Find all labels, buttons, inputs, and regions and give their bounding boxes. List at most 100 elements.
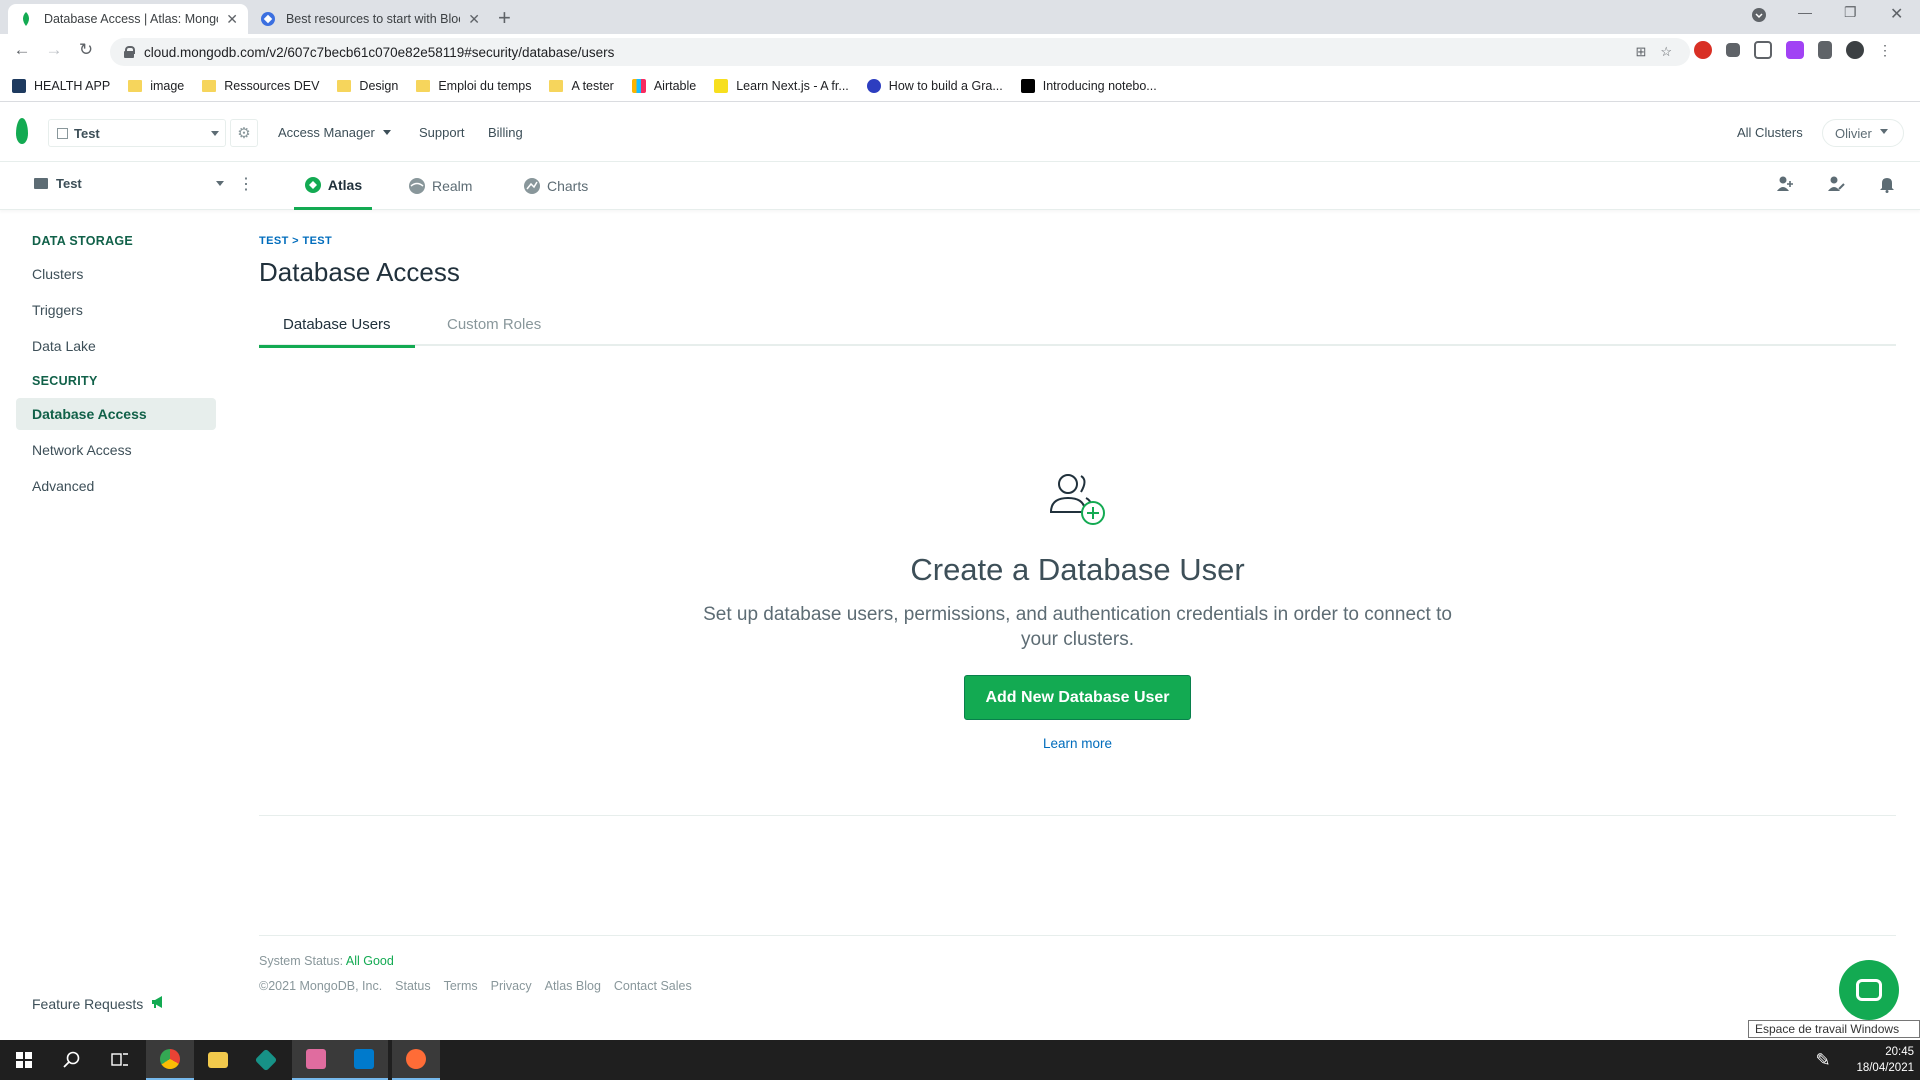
forward-icon[interactable]: → [42,40,66,60]
tab-custom-roles[interactable]: Custom Roles [423,316,565,346]
browser-tab-active[interactable]: Database Access | Atlas: MongoDB ✕ [8,4,248,34]
address-bar[interactable]: cloud.mongodb.com/v2/607c7becb61c070e82e… [110,38,1690,66]
bookmark-star-icon[interactable]: ☆ [1660,44,1672,60]
bookmark-item[interactable]: How to build a Gra... [866,78,1003,93]
sidebar-item-network-access[interactable]: Network Access [16,434,216,466]
system-clock[interactable]: 20:45 18/04/2021 [1856,1044,1914,1076]
more-options-icon[interactable]: ⋮ [238,174,254,194]
page-title: Database Access [259,257,460,287]
mongodb-leaf-icon [18,11,34,27]
project-selector[interactable]: Test [34,176,224,191]
close-tab-icon[interactable]: ✕ [468,11,480,28]
close-tab-icon[interactable]: ✕ [226,11,238,28]
footer-link-terms[interactable]: Terms [444,979,478,993]
section-heading-data-storage: DATA STORAGE [32,234,134,248]
billing-link[interactable]: Billing [488,125,523,140]
empty-state-title: Create a Database User [910,552,1245,587]
invite-user-icon[interactable] [1776,175,1794,198]
folder-icon [202,79,217,92]
chat-icon [1856,979,1882,1001]
organization-name: Test [74,125,100,141]
lock-icon [124,46,135,58]
chrome-icon[interactable] [146,1040,194,1080]
system-status-value[interactable]: All Good [346,954,394,968]
profile-menu-icon[interactable] [1752,8,1766,25]
bookmark-folder[interactable]: A tester [549,79,614,93]
charts-icon [524,178,540,194]
folder-icon [128,79,143,92]
sidebar-item-triggers[interactable]: Triggers [16,294,216,326]
empty-state: Create a Database User Set up database u… [259,470,1896,751]
discord-icon[interactable] [292,1040,340,1080]
bookmark-folder[interactable]: Emploi du temps [416,79,531,93]
system-status: System Status: All Good [259,954,394,968]
chevron-down-icon [216,181,224,190]
support-link[interactable]: Support [419,125,465,140]
postman-icon[interactable] [392,1040,440,1080]
bookmark-folder[interactable]: Ressources DEV [202,79,319,93]
reload-icon[interactable]: ↻ [74,40,98,60]
tab-realm[interactable]: Realm [408,162,472,210]
windows-ink-icon[interactable]: ✎ [1808,1040,1838,1080]
bookmark-folder[interactable]: image [128,79,184,93]
minimize-icon[interactable]: — [1798,4,1812,20]
folder-icon [549,79,564,92]
new-tab-button[interactable]: + [498,5,511,31]
search-icon[interactable] [48,1040,96,1080]
puzzle-icon[interactable] [1818,41,1832,59]
gear-icon[interactable]: ⚙ [230,119,258,147]
gitkraken-icon[interactable] [242,1040,290,1080]
bookmark-item[interactable]: HEALTH APP [12,78,110,93]
task-view-icon[interactable] [96,1040,144,1080]
tab-atlas[interactable]: Atlas [294,162,372,210]
bookmark-folder[interactable]: Design [337,79,398,93]
footer-link-atlas-blog[interactable]: Atlas Blog [545,979,601,993]
sidebar-item-advanced[interactable]: Advanced [16,470,216,502]
sidebar-item-clusters[interactable]: Clusters [16,258,216,290]
activity-feed-icon[interactable] [1827,175,1845,198]
bookmark-item[interactable]: Learn Next.js - A fr... [714,78,849,93]
close-window-icon[interactable]: ✕ [1890,4,1903,24]
chat-support-button[interactable] [1839,960,1899,1020]
tab-charts[interactable]: Charts [523,162,588,210]
extension-icon[interactable] [1786,41,1804,59]
feature-requests-link[interactable]: Feature Requests [32,995,165,1012]
footer-link-privacy[interactable]: Privacy [491,979,532,993]
footer-link-status[interactable]: Status [395,979,430,993]
footer-link-contact-sales[interactable]: Contact Sales [614,979,692,993]
back-icon[interactable]: ← [10,40,34,60]
all-clusters-link[interactable]: All Clusters [1737,125,1803,140]
windows-start-icon[interactable] [0,1040,48,1080]
windows-taskbar: ✎ 20:45 18/04/2021 [0,1040,1920,1080]
breadcrumb[interactable]: TEST > TEST [259,235,332,247]
browser-tab[interactable]: Best resources to start with Blockchain … [250,4,490,34]
project-nav: Test ⋮ Atlas Realm Charts [0,162,1920,210]
avatar[interactable] [1846,41,1864,59]
add-user-icon [1046,470,1110,530]
bell-icon[interactable] [1878,175,1896,198]
extension-icon[interactable] [1694,41,1712,59]
app-icon [12,78,26,93]
sidebar-item-database-access[interactable]: Database Access [16,398,216,430]
bookmark-item[interactable]: Airtable [631,78,696,93]
translate-icon[interactable]: ⊞ [1635,44,1646,60]
realm-icon [409,178,425,194]
extension-icon[interactable] [1726,43,1740,57]
bookmark-item[interactable]: Introducing notebo... [1020,78,1157,93]
url-text: cloud.mongodb.com/v2/607c7becb61c070e82e… [144,44,615,60]
organization-selector[interactable]: Test [48,119,226,147]
access-manager-menu[interactable]: Access Manager [278,125,391,140]
browser-menu-icon[interactable]: ⋮ [1878,42,1892,59]
restore-icon[interactable]: ❐ [1844,4,1857,21]
vscode-icon[interactable] [340,1040,388,1080]
sidebar-item-data-lake[interactable]: Data Lake [16,330,216,362]
add-new-database-user-button[interactable]: Add New Database User [964,675,1191,720]
empty-state-description: Set up database users, permissions, and … [703,604,1452,650]
learn-more-link[interactable]: Learn more [259,736,1896,751]
copyright: ©2021 MongoDB, Inc. [259,979,383,993]
screenshot-icon[interactable] [1754,41,1772,59]
mongodb-logo-icon[interactable] [16,118,28,144]
file-explorer-icon[interactable] [194,1040,242,1080]
tab-database-users[interactable]: Database Users [259,316,415,348]
user-menu[interactable]: Olivier [1822,119,1904,147]
